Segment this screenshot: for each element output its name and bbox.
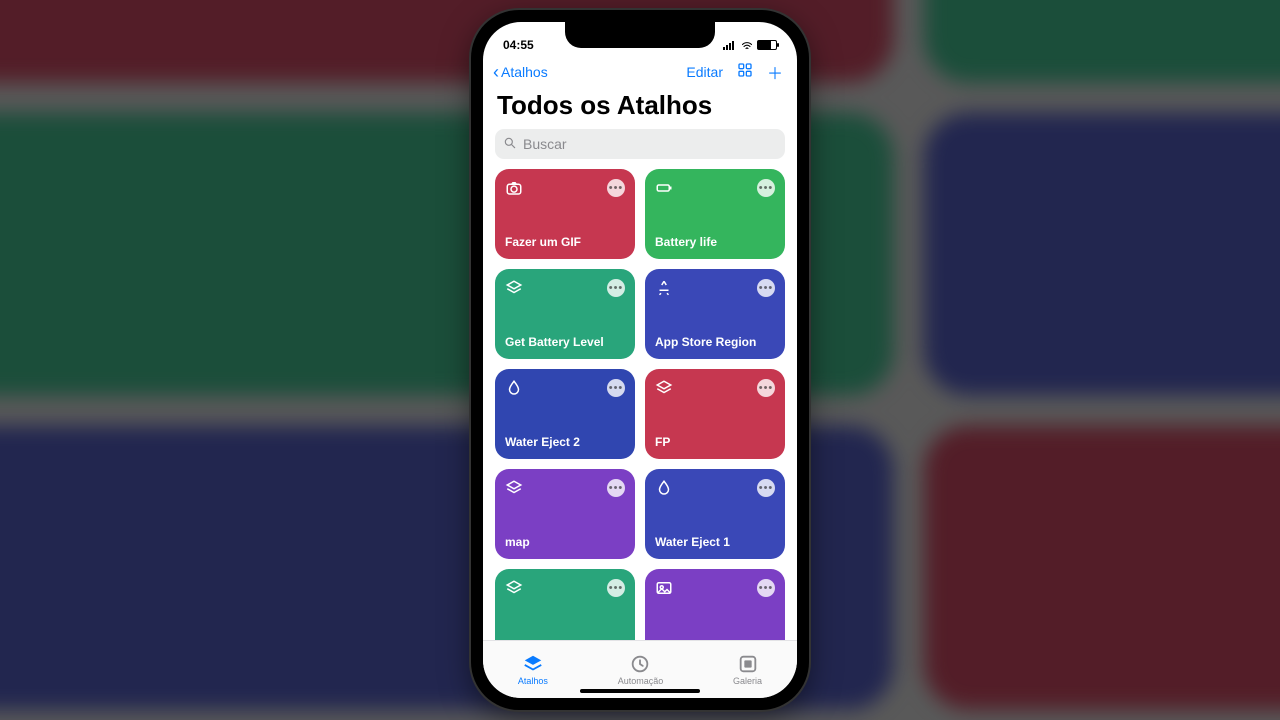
- wifi-icon: [741, 40, 753, 50]
- shortcut-label: App Store Region: [655, 335, 775, 349]
- tab-automação[interactable]: Automação: [618, 653, 664, 686]
- drop-icon: [505, 379, 523, 397]
- more-icon[interactable]: •••: [607, 579, 625, 597]
- camera-icon: [505, 179, 523, 197]
- layers-icon: [655, 379, 673, 397]
- add-shortcut-button[interactable]: ＋: [767, 60, 783, 84]
- tab-label: Galeria: [733, 676, 762, 686]
- shortcut-tile[interactable]: ••• App Store Region: [645, 269, 785, 359]
- more-icon[interactable]: •••: [607, 179, 625, 197]
- shortcut-label: Water Eject 2: [505, 435, 625, 449]
- status-time: 04:55: [503, 38, 534, 52]
- more-icon[interactable]: •••: [607, 479, 625, 497]
- shortcut-label: Battery life: [655, 235, 775, 249]
- search-icon: [503, 136, 517, 153]
- shortcut-tile[interactable]: •••: [495, 569, 635, 640]
- nav-bar: ‹ Atalhos Editar ＋: [483, 58, 797, 88]
- back-label: Atalhos: [501, 64, 548, 80]
- shortcut-tile[interactable]: ••• Fazer um GIF: [495, 169, 635, 259]
- layers-icon: [505, 579, 523, 597]
- shortcut-tile[interactable]: ••• FP: [645, 369, 785, 459]
- shortcut-label: map: [505, 535, 625, 549]
- phone-frame: 04:55 ‹ Atalhos Editar ＋ Todo: [471, 10, 809, 710]
- tab-label: Atalhos: [518, 676, 548, 686]
- more-icon[interactable]: •••: [607, 279, 625, 297]
- tab-atalhos[interactable]: Atalhos: [518, 653, 548, 686]
- tab-icon: [629, 653, 651, 675]
- appstore-icon: [655, 279, 673, 297]
- battery-icon: [757, 40, 777, 50]
- page-title: Todos os Atalhos: [483, 88, 797, 129]
- tab-icon: [522, 653, 544, 675]
- shortcuts-grid: ••• Fazer um GIF ••• Battery life ••• Get Bat…: [483, 169, 797, 640]
- back-button[interactable]: ‹ Atalhos: [493, 63, 548, 81]
- more-icon[interactable]: •••: [757, 279, 775, 297]
- select-grid-icon[interactable]: [737, 62, 753, 83]
- edit-button[interactable]: Editar: [686, 64, 723, 80]
- image-icon: [655, 579, 673, 597]
- shortcut-tile[interactable]: ••• Battery life: [645, 169, 785, 259]
- shortcut-tile[interactable]: ••• Water Eject 2: [495, 369, 635, 459]
- more-icon[interactable]: •••: [757, 579, 775, 597]
- shortcut-tile[interactable]: •••: [645, 569, 785, 640]
- tab-galeria[interactable]: Galeria: [733, 653, 762, 686]
- shortcut-label: Fazer um GIF: [505, 235, 625, 249]
- chevron-left-icon: ‹: [493, 63, 499, 81]
- search-placeholder: Buscar: [523, 136, 567, 152]
- shortcut-label: FP: [655, 435, 775, 449]
- battery-icon: [655, 179, 673, 197]
- home-indicator[interactable]: [580, 689, 700, 693]
- tab-icon: [737, 653, 759, 675]
- drop-icon: [655, 479, 673, 497]
- more-icon[interactable]: •••: [757, 179, 775, 197]
- search-field[interactable]: Buscar: [495, 129, 785, 159]
- more-icon[interactable]: •••: [607, 379, 625, 397]
- shortcut-tile[interactable]: ••• map: [495, 469, 635, 559]
- shortcut-label: Water Eject 1: [655, 535, 775, 549]
- more-icon[interactable]: •••: [757, 479, 775, 497]
- signal-icon: [723, 40, 737, 50]
- layers-icon: [505, 479, 523, 497]
- screen: 04:55 ‹ Atalhos Editar ＋ Todo: [483, 22, 797, 698]
- shortcut-tile[interactable]: ••• Water Eject 1: [645, 469, 785, 559]
- shortcut-tile[interactable]: ••• Get Battery Level: [495, 269, 635, 359]
- layers-icon: [505, 279, 523, 297]
- shortcut-label: Get Battery Level: [505, 335, 625, 349]
- more-icon[interactable]: •••: [757, 379, 775, 397]
- notch: [565, 22, 715, 48]
- tab-label: Automação: [618, 676, 664, 686]
